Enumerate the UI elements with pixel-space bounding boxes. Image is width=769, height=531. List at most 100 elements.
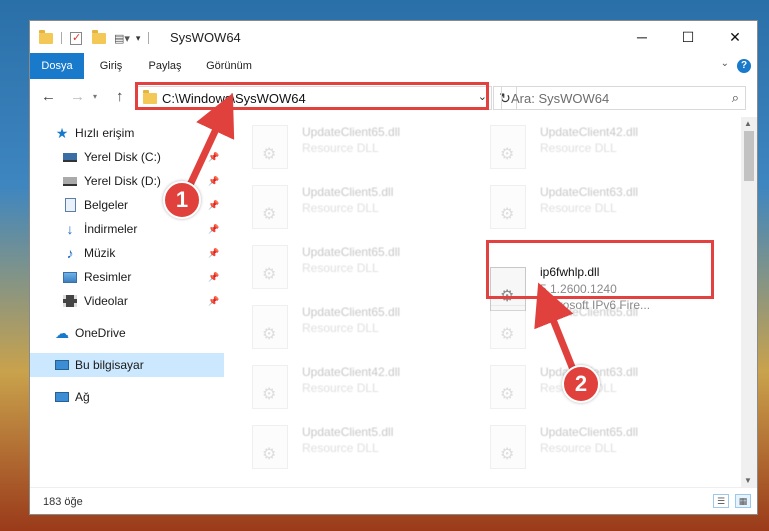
file-item[interactable]: ⚙ UpdateClient42.dll Resource DLL (490, 121, 720, 177)
expand-ribbon-icon[interactable]: ⌄ (721, 58, 729, 69)
separator (148, 32, 150, 44)
pictures-icon (62, 270, 78, 284)
file-item[interactable]: ⚙ UpdateClient65.dll Resource DLL (252, 241, 482, 297)
sidebar-item-disk-c[interactable]: Yerel Disk (C:) 📌 (30, 145, 224, 169)
file-type: Resource DLL (302, 321, 379, 335)
pin-icon[interactable]: 📌 (208, 296, 219, 307)
file-name: UpdateClient5.dll (302, 185, 394, 199)
file-item[interactable]: ⚙ UpdateClient63.dll Resource DLL (490, 361, 720, 417)
sidebar-item-quick-access[interactable]: ★ Hızlı erişim (30, 121, 224, 145)
file-name: UpdateClient42.dll (302, 365, 401, 379)
dll-file-icon: ⚙ (490, 425, 526, 469)
up-button[interactable]: ↑ (116, 88, 124, 105)
sidebar-item-label: Videolar (84, 294, 128, 308)
maximize-button[interactable]: ☐ (665, 21, 711, 53)
dll-file-icon: ⚙ (490, 305, 526, 349)
dll-file-icon: ⚙ (490, 125, 526, 169)
file-type: Resource DLL (302, 141, 379, 155)
item-count: 183 öğe (43, 496, 83, 508)
sidebar-item-label: İndirmeler (84, 222, 138, 236)
file-item[interactable]: ⚙ UpdateClient63.dll Resource DLL (490, 181, 720, 237)
file-item[interactable]: ⚙ UpdateClient5.dll Resource DLL (252, 181, 482, 237)
drive-icon (62, 174, 78, 188)
folder-icon[interactable] (39, 29, 53, 44)
music-icon: ♪ (66, 245, 74, 261)
star-icon: ★ (55, 124, 69, 141)
file-item[interactable]: ⚙ UpdateClient5.dll Resource DLL (252, 421, 482, 477)
sidebar-item-label: Hızlı erişim (75, 126, 135, 140)
file-type: Resource DLL (540, 441, 617, 455)
title-bar: ✓ ▤▾ ▾ SysWOW64 ─ ☐ ✕ (30, 21, 757, 53)
toolbar-dropdown-icon[interactable]: ▾ (136, 33, 141, 44)
vertical-scrollbar[interactable]: ▲ ▼ (741, 117, 757, 487)
separator (61, 32, 62, 44)
back-button[interactable]: ← (41, 88, 56, 105)
file-item[interactable]: ⚙ UpdateClient65.dll Resource DLL (252, 301, 482, 357)
tab-home[interactable]: Giriş (90, 53, 132, 79)
quick-access-toolbar: ✓ ▤▾ ▾ (39, 29, 150, 46)
sidebar-item-videos[interactable]: Videolar 📌 (30, 289, 224, 313)
scroll-down-icon[interactable]: ▼ (744, 476, 752, 485)
documents-icon (62, 198, 78, 212)
pin-icon[interactable]: 📌 (208, 224, 219, 235)
file-name: UpdateClient65.dll (302, 245, 401, 259)
file-name: UpdateClient65.dll (302, 305, 401, 319)
search-placeholder: Ara: SysWOW64 (511, 91, 610, 106)
file-item[interactable]: ⚙ UpdateClient42.dll Resource DLL (252, 361, 482, 417)
pin-icon[interactable]: 📌 (208, 200, 219, 211)
file-name: UpdateClient5.dll (302, 425, 394, 439)
file-item[interactable]: ⚙ UpdateClient65.dll Resource DLL (252, 121, 482, 177)
file-name: UpdateClient65.dll (540, 425, 639, 439)
pin-icon[interactable]: 📌 (208, 272, 219, 283)
tab-view[interactable]: Görünüm (198, 53, 260, 79)
details-view-icon[interactable]: ☰ (713, 494, 729, 508)
dll-file-icon: ⚙ (490, 185, 526, 229)
callout-one: 1 (163, 181, 201, 219)
sidebar-item-music[interactable]: ♪ Müzik 📌 (30, 241, 224, 265)
scrollbar-thumb[interactable] (744, 131, 754, 181)
sidebar-item-label: Resimler (84, 270, 132, 284)
address-highlight-box (135, 82, 489, 110)
new-folder-icon[interactable] (92, 29, 106, 44)
file-type: Resource DLL (302, 381, 379, 395)
help-button[interactable]: ? (737, 59, 751, 73)
pin-icon[interactable]: 📌 (208, 248, 219, 259)
dll-file-icon: ⚙ (252, 305, 288, 349)
file-type: Resource DLL (540, 141, 617, 155)
sidebar-item-downloads[interactable]: ↓ İndirmeler 📌 (30, 217, 224, 241)
sidebar-item-onedrive[interactable]: ☁ OneDrive (30, 321, 224, 345)
sidebar-item-network[interactable]: Ağ (30, 385, 224, 409)
sidebar-item-pictures[interactable]: Resimler 📌 (30, 265, 224, 289)
file-type: Resource DLL (302, 441, 379, 455)
search-input[interactable]: Ara: SysWOW64 ⌕ (501, 86, 746, 110)
pin-icon[interactable]: 📌 (208, 176, 219, 187)
recent-locations-icon[interactable]: ▾ (93, 92, 97, 101)
close-button[interactable]: ✕ (712, 21, 757, 53)
file-name: UpdateClient42.dll (540, 125, 639, 139)
sidebar-item-this-pc[interactable]: Bu bilgisayar (30, 353, 224, 377)
dll-file-icon: ⚙ (252, 365, 288, 409)
search-icon: ⌕ (731, 90, 739, 105)
tab-file[interactable]: Dosya (30, 53, 84, 79)
videos-icon (62, 294, 78, 308)
tab-share[interactable]: Paylaş (142, 53, 188, 79)
tiles-view-icon[interactable]: ▦ (735, 494, 751, 508)
pin-icon[interactable]: 📌 (208, 152, 219, 163)
sidebar-item-label: Ağ (75, 390, 90, 404)
minimize-button[interactable]: ─ (619, 21, 665, 53)
file-type: Resource DLL (540, 201, 617, 215)
file-item[interactable]: ⚙ UpdateClient65.dll Resource DLL (490, 421, 720, 477)
network-icon (54, 390, 70, 404)
dll-file-icon: ⚙ (252, 185, 288, 229)
file-highlight-box (486, 240, 714, 299)
downloads-icon: ↓ (66, 221, 74, 237)
customize-toolbar-icon[interactable]: ▤▾ (114, 32, 130, 45)
forward-button[interactable]: → (70, 88, 85, 105)
navigation-pane: ★ Hızlı erişim Yerel Disk (C:) 📌 Yerel D… (30, 117, 226, 487)
dll-file-icon: ⚙ (252, 245, 288, 289)
dll-file-icon: ⚙ (252, 425, 288, 469)
properties-icon[interactable]: ✓ (70, 31, 82, 45)
sidebar-item-label: Yerel Disk (C:) (84, 150, 161, 164)
scroll-up-icon[interactable]: ▲ (744, 119, 752, 128)
file-item[interactable]: ⚙ UpdateClient65.dll (490, 301, 720, 357)
